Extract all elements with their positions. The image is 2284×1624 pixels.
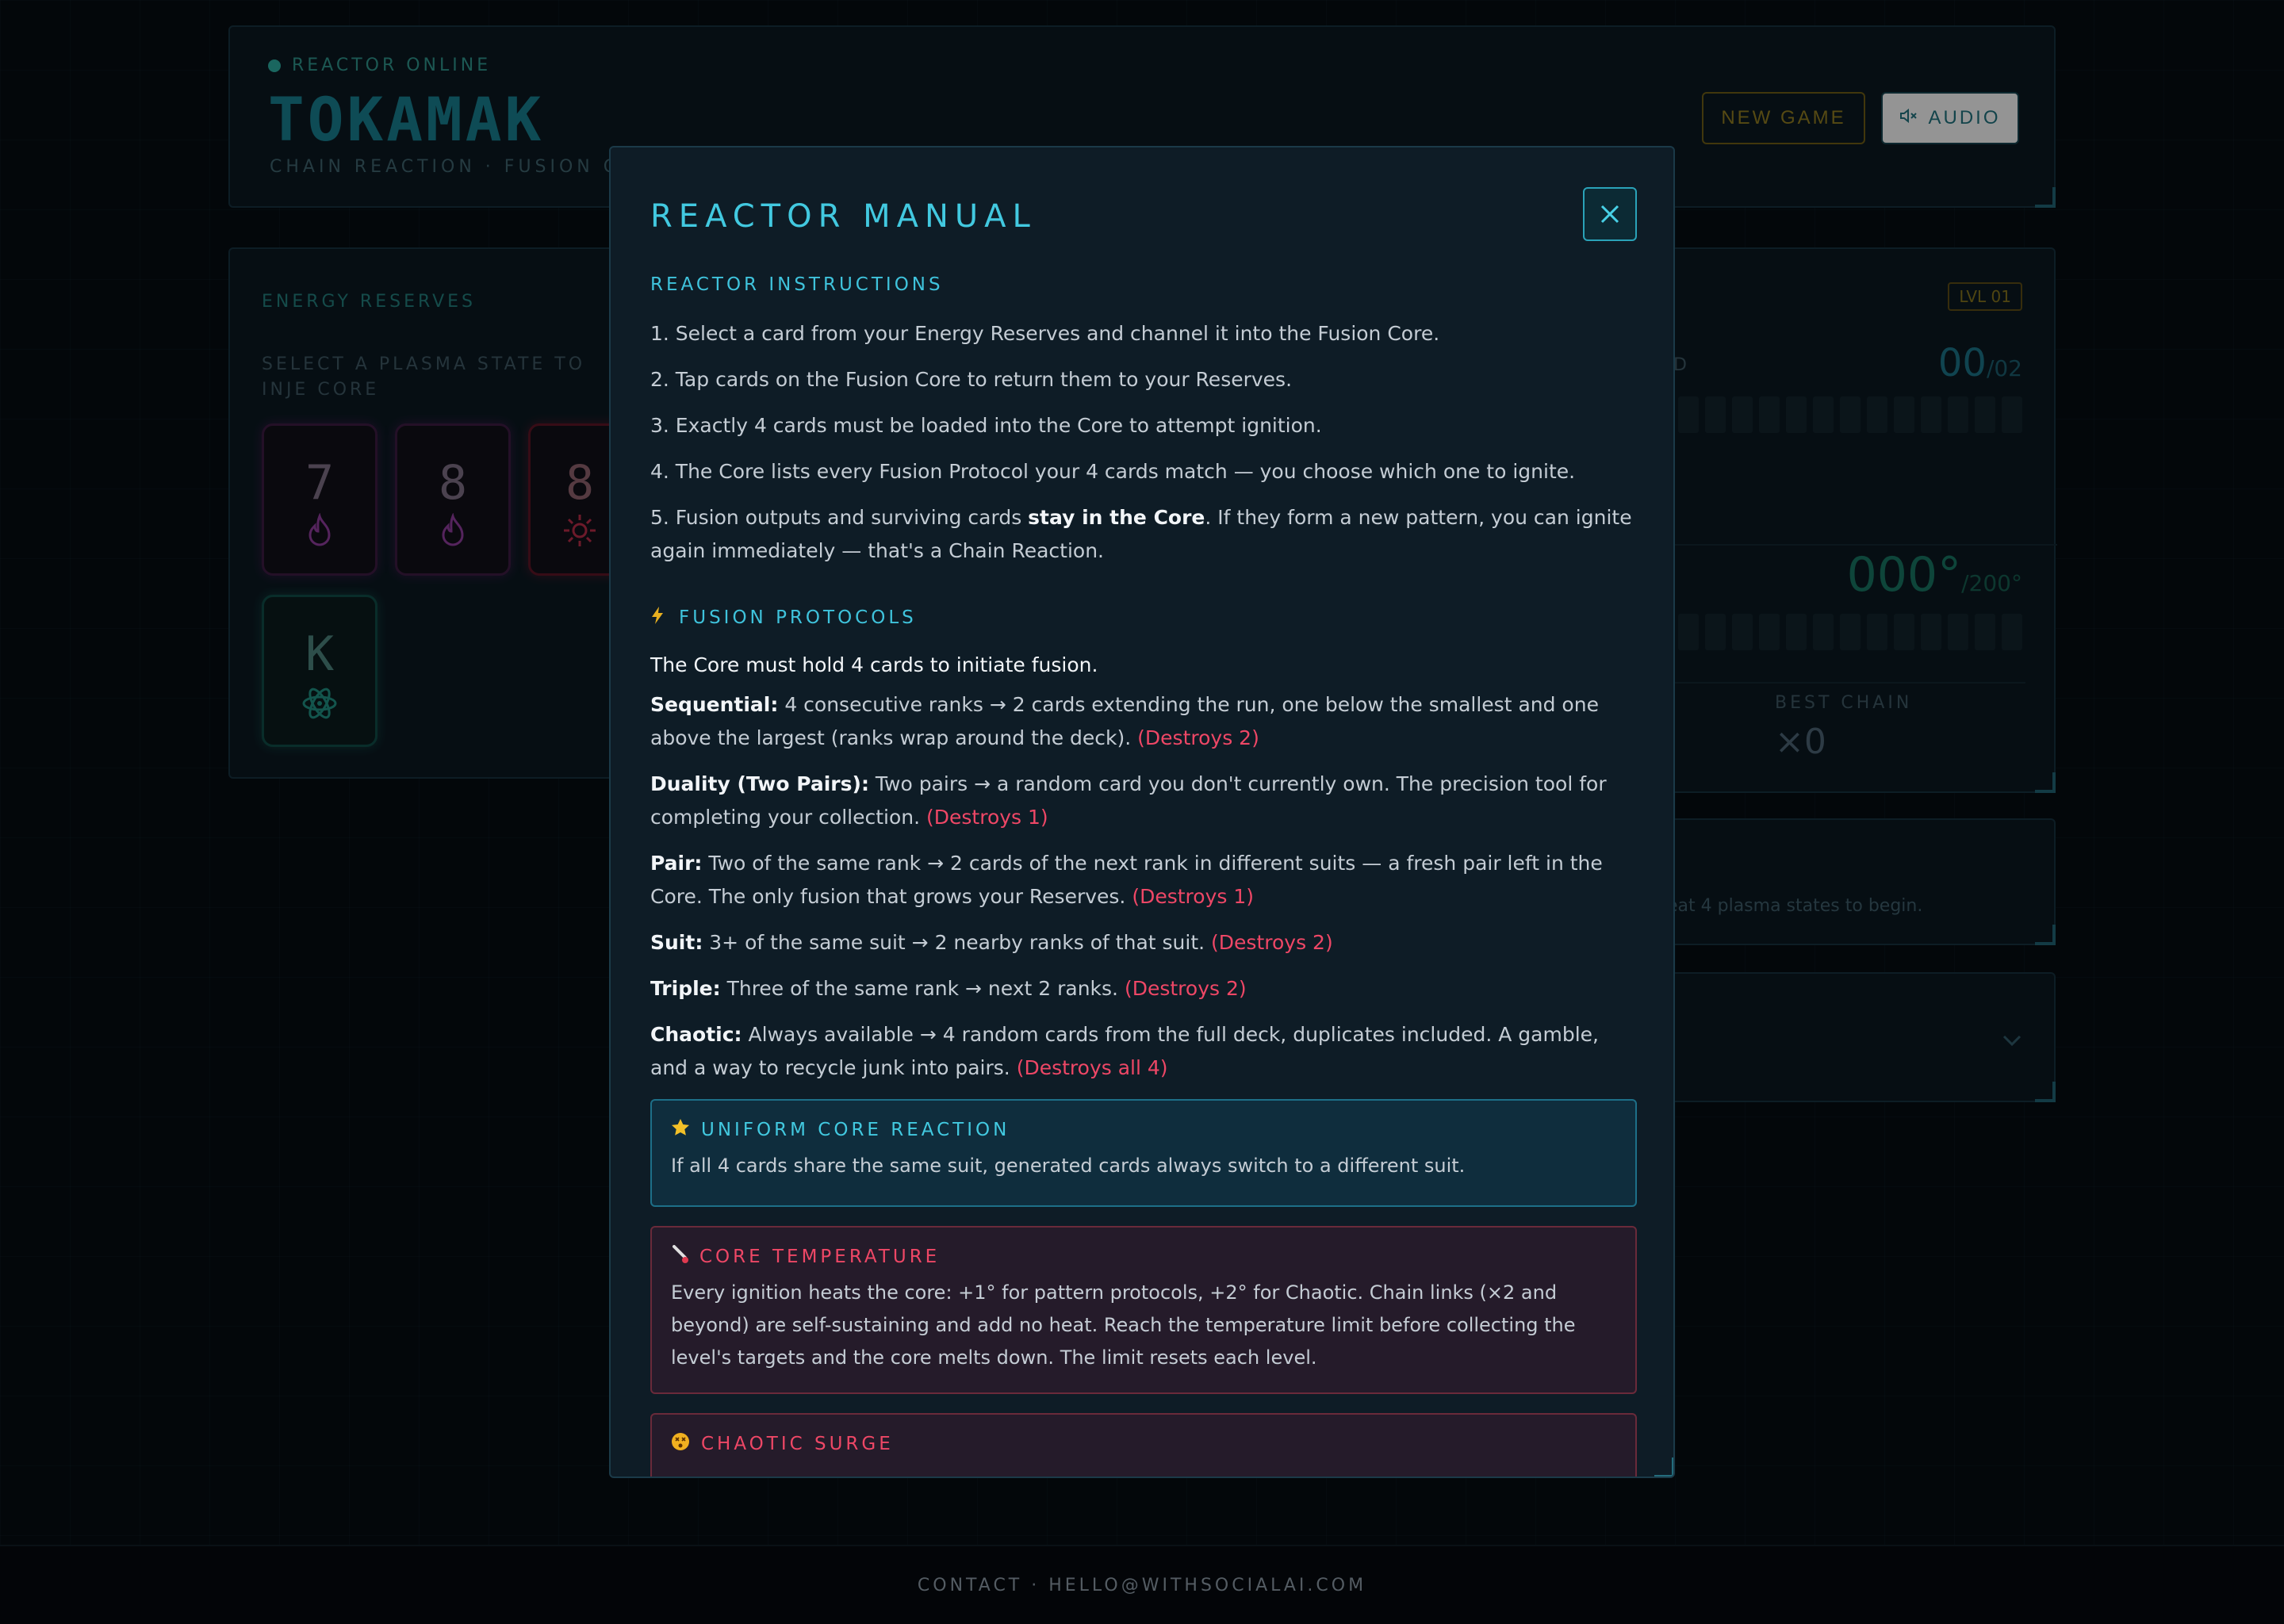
- uniform-core-heading: UNIFORM CORE REACTION: [671, 1118, 1616, 1142]
- star-icon: [671, 1118, 690, 1142]
- chaotic-surge-heading: CHAOTIC SURGE: [671, 1432, 1616, 1456]
- instruction-step: 5. Fusion outputs and surviving cards st…: [650, 506, 1632, 562]
- core-temperature-heading: CORE TEMPERATURE: [671, 1245, 1616, 1269]
- uniform-core-text: If all 4 cards share the same suit, gene…: [671, 1155, 1466, 1177]
- uniform-core-box: UNIFORM CORE REACTION If all 4 cards sha…: [650, 1099, 1637, 1207]
- instruction-step: 3. Exactly 4 cards must be loaded into t…: [650, 414, 1322, 437]
- protocol-item: Suit: 3+ of the same suit → 2 nearby ran…: [650, 931, 1333, 954]
- close-button[interactable]: [1583, 187, 1637, 241]
- protocol-item: Sequential: 4 consecutive ranks → 2 card…: [650, 693, 1599, 749]
- protocol-item: Duality (Two Pairs): Two pairs → a rando…: [650, 772, 1607, 829]
- protocol-item: Pair: Two of the same rank → 2 cards of …: [650, 852, 1603, 908]
- modal-title: REACTOR MANUAL: [650, 198, 1037, 235]
- instructions-list: 1. Select a card from your Energy Reserv…: [650, 317, 1637, 568]
- close-icon: [1600, 205, 1619, 224]
- instruction-step: 4. The Core lists every Fusion Protocol …: [650, 460, 1576, 483]
- core-temperature-box: CORE TEMPERATURE Every ignition heats th…: [650, 1226, 1637, 1394]
- protocol-item: Triple: Three of the same rank → next 2 …: [650, 977, 1247, 1000]
- thermometer-icon: [671, 1245, 688, 1269]
- instruction-step: 2. Tap cards on the Fusion Core to retur…: [650, 368, 1293, 391]
- protocol-item: Chaotic: Always available → 4 random car…: [650, 1023, 1599, 1079]
- protocols-list: The Core must hold 4 cards to initiate f…: [650, 649, 1637, 1085]
- reactor-manual-modal: REACTOR MANUAL REACTOR INSTRUCTIONS 1. S…: [609, 146, 1675, 1478]
- instruction-step: 1. Select a card from your Energy Reserv…: [650, 322, 1440, 345]
- core-temperature-text: Every ignition heats the core: +1° for p…: [671, 1281, 1576, 1369]
- protocols-heading: FUSION PROTOCOLS: [650, 606, 917, 630]
- lightning-icon: [650, 606, 665, 630]
- protocols-intro: The Core must hold 4 cards to initiate f…: [650, 653, 1098, 676]
- instructions-heading: REACTOR INSTRUCTIONS: [650, 274, 944, 295]
- dizzy-face-icon: [671, 1432, 690, 1456]
- chaotic-surge-box: CHAOTIC SURGE: [650, 1413, 1637, 1477]
